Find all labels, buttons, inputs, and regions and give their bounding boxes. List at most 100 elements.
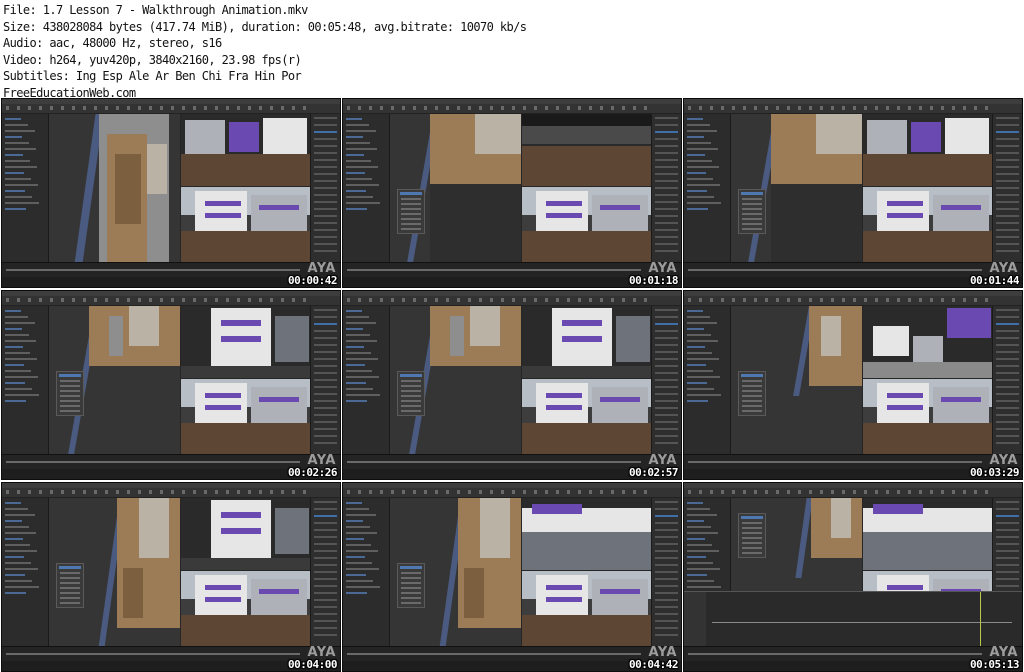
toolbar-icon — [710, 298, 713, 302]
command-panel-row — [996, 180, 1019, 182]
audio-info-line: Audio: aac, 48000 Hz, stereo, s16 — [3, 36, 222, 51]
toolbar-icon — [237, 298, 240, 302]
scene-explorer-row — [5, 178, 31, 180]
toolbar-icon — [831, 490, 834, 494]
toolbar-icon — [28, 298, 31, 302]
path-constraint-dialog — [56, 371, 84, 416]
command-panel-row — [996, 215, 1019, 217]
toolbar-icon — [754, 490, 757, 494]
command-panel-row — [655, 543, 678, 545]
toolbar-icon — [754, 298, 757, 302]
toolbar-icon — [105, 106, 108, 110]
command-panel-row — [655, 131, 678, 133]
toolbar-icon — [534, 298, 537, 302]
toolbar-icon — [479, 490, 482, 494]
toolbar-icon — [490, 490, 493, 494]
command-panel — [651, 498, 681, 647]
toolbar-icon — [875, 298, 878, 302]
command-panel-row — [314, 152, 337, 154]
toolbar-icon — [743, 490, 746, 494]
toolbar-icon — [358, 106, 361, 110]
command-panel-row — [655, 309, 678, 311]
toolbar-icon — [424, 298, 427, 302]
command-panel-row — [655, 550, 678, 552]
toolbar-icon — [446, 490, 449, 494]
video-thumbnail: AYA 00:04:42 — [342, 482, 682, 672]
perspective-viewport — [181, 379, 312, 457]
toolbar-icon — [875, 106, 878, 110]
command-panel-row — [655, 508, 678, 510]
toolbar-icon — [347, 298, 350, 302]
command-panel-row — [314, 393, 337, 395]
toolbar-icon — [556, 490, 559, 494]
command-panel-row — [996, 578, 1019, 580]
toolbar-icon — [985, 106, 988, 110]
scene-explorer-row — [5, 160, 30, 162]
toolbar-icon — [116, 106, 119, 110]
scene-explorer-row — [346, 130, 376, 132]
command-panel-row — [996, 550, 1019, 552]
path-constraint-dialog — [397, 189, 425, 234]
toolbar-icon — [435, 106, 438, 110]
toolbar-icon — [919, 106, 922, 110]
toolbar-icon — [952, 106, 955, 110]
command-panel-row — [314, 194, 337, 196]
scene-explorer-row — [5, 502, 21, 504]
toolbar-icon — [94, 106, 97, 110]
scene-explorer-row — [687, 520, 704, 522]
toolbar-icon — [204, 106, 207, 110]
toolbar-icon — [215, 106, 218, 110]
scene-explorer-panel — [2, 114, 49, 263]
scene-explorer-row — [346, 316, 369, 318]
toolbar-icon — [61, 106, 64, 110]
command-panel-row — [655, 400, 678, 402]
toolbar-icon — [369, 106, 372, 110]
scene-explorer-row — [346, 124, 369, 126]
toolbar-icon — [820, 298, 823, 302]
toolbar-icon — [6, 298, 9, 302]
command-panel-row — [996, 351, 1019, 353]
command-panel-row — [655, 124, 678, 126]
toolbar-icon — [369, 298, 372, 302]
command-panel-row — [314, 166, 337, 168]
video-thumbnail: AYA 00:05:13 — [683, 482, 1023, 672]
thumbnail-timestamp: 00:02:26 — [288, 466, 337, 479]
scene-explorer-row — [687, 394, 721, 396]
toolbar-icon — [72, 106, 75, 110]
toolbar-icon — [974, 298, 977, 302]
toolbar-icon — [688, 106, 691, 110]
command-panel-row — [996, 400, 1019, 402]
scene-explorer-row — [687, 166, 719, 168]
toolbar-icon — [149, 490, 152, 494]
toolbar-icon — [468, 490, 471, 494]
toolbar-icon — [820, 106, 823, 110]
scene-explorer-row — [5, 376, 38, 378]
toolbar-icon — [545, 490, 548, 494]
command-panel-row — [314, 180, 337, 182]
thumbnail-timestamp: 00:02:57 — [629, 466, 678, 479]
toolbar-icon — [17, 298, 20, 302]
toolbar-icon — [72, 298, 75, 302]
toolbar-icon — [545, 298, 548, 302]
toolbar-icon — [391, 298, 394, 302]
toolbar-icon — [732, 106, 735, 110]
toolbar-icon — [259, 106, 262, 110]
command-panel-row — [655, 599, 678, 601]
toolbar-icon — [28, 106, 31, 110]
path-constraint-dialog — [397, 371, 425, 416]
toolbar-icon — [831, 106, 834, 110]
command-panel-row — [655, 117, 678, 119]
scene-explorer-row — [5, 328, 22, 330]
toolbar-icon — [358, 490, 361, 494]
scene-explorer-row — [687, 196, 714, 198]
scene-explorer-row — [5, 358, 37, 360]
command-panel-row — [996, 243, 1019, 245]
path-constraint-dialog — [738, 189, 766, 234]
toolbar-icon — [292, 490, 295, 494]
video-info-header: File: 1.7 Lesson 7 - Walkthrough Animati… — [3, 2, 703, 102]
command-panel-row — [655, 215, 678, 217]
command-panel-row — [996, 386, 1019, 388]
command-panel-row — [314, 351, 337, 353]
scene-explorer-row — [687, 574, 707, 576]
command-panel-row — [314, 543, 337, 545]
